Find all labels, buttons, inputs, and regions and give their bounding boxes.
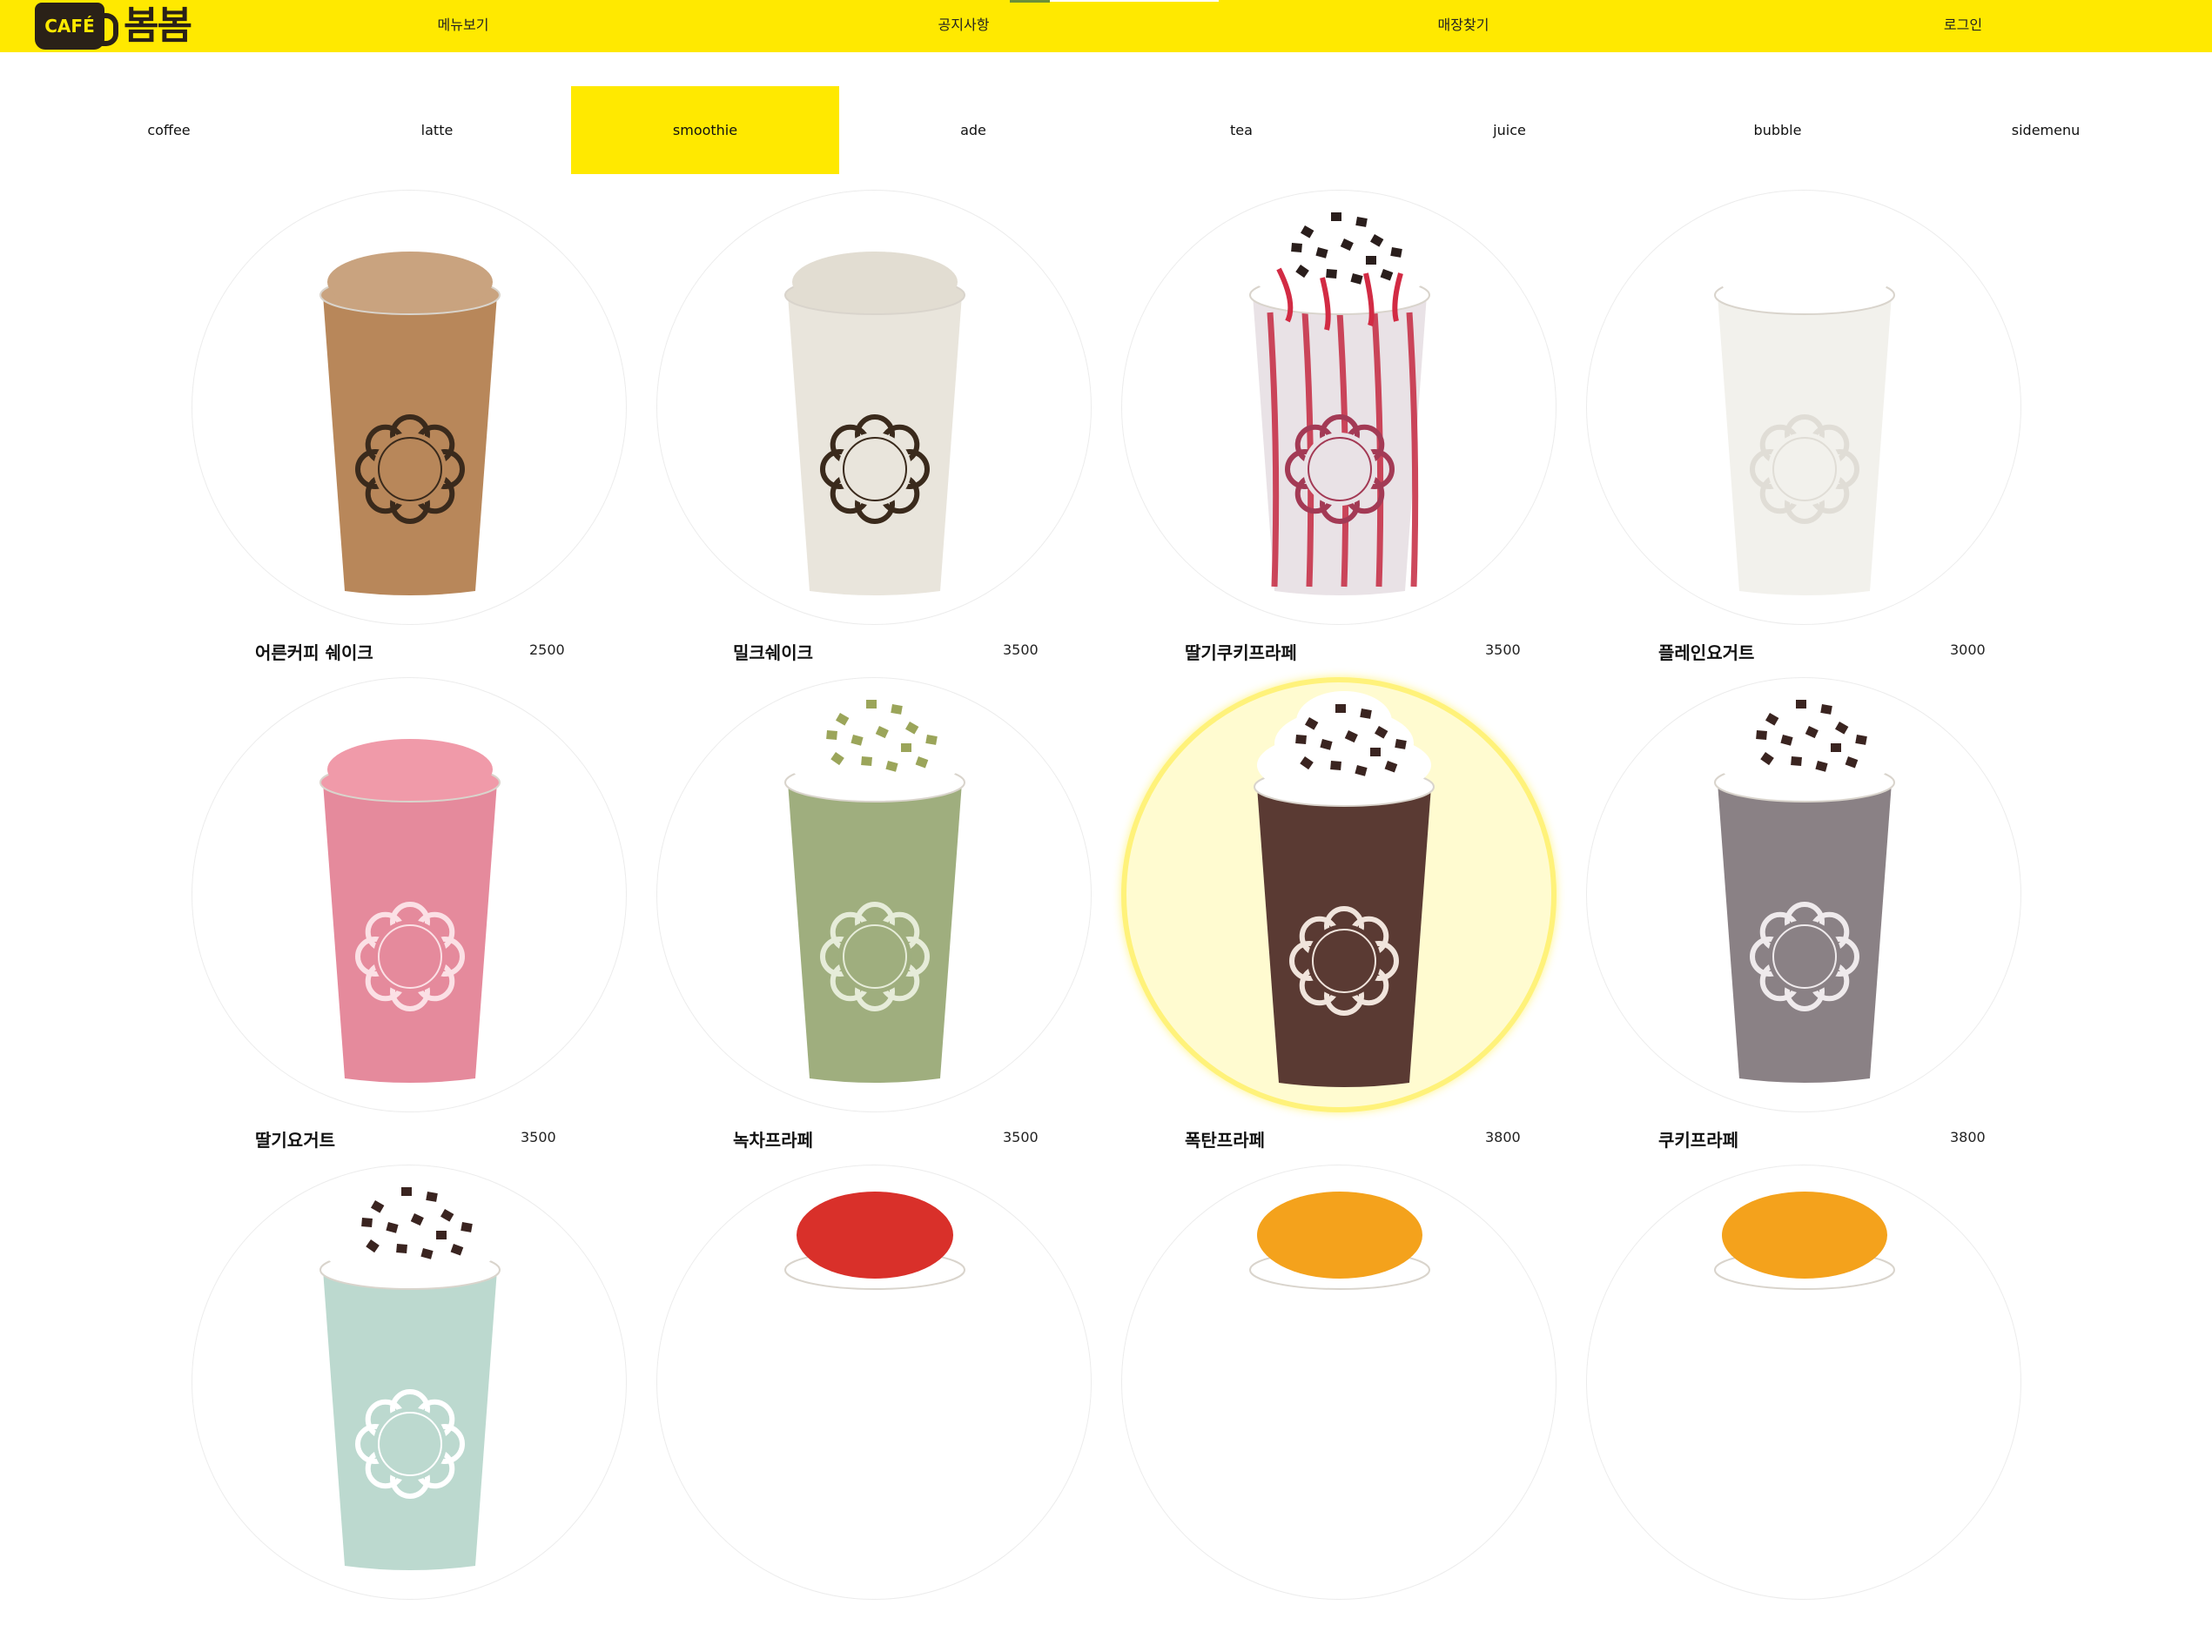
drink-image[interactable]: [1121, 190, 1556, 625]
nav-login[interactable]: 로그인: [1944, 0, 1982, 52]
drink-name: 어른커피 쉐이크: [255, 642, 373, 663]
drink-price: 3500: [1485, 641, 1521, 658]
drink-name: 딸기요거트: [255, 1130, 335, 1151]
drink-image[interactable]: [656, 190, 1092, 625]
drink-price: 3500: [521, 1129, 556, 1145]
tab-ade[interactable]: ade: [839, 86, 1107, 174]
menu-item-card[interactable]: 딸기요거트 3500: [192, 677, 656, 1165]
drink-cup-icon: [1714, 1192, 1895, 1570]
tab-juice[interactable]: juice: [1375, 86, 1644, 174]
tab-latte[interactable]: latte: [303, 86, 571, 174]
nav-notice[interactable]: 공지사항: [938, 0, 990, 52]
drink-cup-icon: [1249, 199, 1430, 595]
drink-name: 플레인요거트: [1658, 642, 1755, 663]
drink-cup-icon: [319, 739, 501, 1083]
tab-label: latte: [420, 122, 454, 138]
top-header: CAFÉ 봄봄 메뉴보기 공지사항 매장찾기 로그인: [0, 0, 2212, 52]
drink-image[interactable]: [656, 1165, 1092, 1600]
nav-active-indicator: [1010, 0, 1050, 3]
menu-item-card[interactable]: [192, 1165, 656, 1652]
menu-item-card[interactable]: [1121, 1165, 1586, 1652]
menu-item-card[interactable]: [656, 1165, 1121, 1652]
drink-price: 3800: [1485, 1129, 1521, 1145]
nav-menu[interactable]: 메뉴보기: [438, 0, 489, 52]
drink-price: 2500: [529, 641, 565, 658]
drink-image[interactable]: [1586, 1165, 2021, 1600]
nav-store-finder[interactable]: 매장찾기: [1438, 0, 1489, 52]
drink-cup-icon: [784, 1192, 965, 1570]
menu-item-card[interactable]: 폭탄프라페 3800: [1121, 677, 1586, 1165]
drink-image[interactable]: [656, 677, 1092, 1112]
drink-price: 3000: [1950, 641, 1986, 658]
menu-item-card[interactable]: 플레인요거트 3000: [1586, 190, 2051, 677]
tab-coffee[interactable]: coffee: [35, 86, 303, 174]
main-nav: 메뉴보기 공지사항 매장찾기 로그인: [0, 0, 2212, 52]
drink-price: 3500: [1003, 1129, 1039, 1145]
tab-sidemenu[interactable]: sidemenu: [1912, 86, 2180, 174]
drink-name: 쿠키프라페: [1658, 1130, 1738, 1151]
drink-image[interactable]: [1586, 677, 2021, 1112]
tab-label: tea: [1230, 122, 1253, 138]
drink-image[interactable]: [192, 190, 627, 625]
drink-name: 밀크쉐이크: [733, 642, 813, 663]
nav-hover-indicator: [1050, 0, 1219, 2]
menu-item-card[interactable]: 밀크쉐이크 3500: [656, 190, 1121, 677]
menu-item-card[interactable]: [1586, 1165, 2051, 1652]
tab-label: ade: [960, 122, 986, 138]
drink-name: 녹차프라페: [733, 1130, 813, 1151]
drink-cup-icon: [1714, 687, 1895, 1083]
drink-image[interactable]: [1121, 677, 1556, 1112]
drink-cup-icon: [784, 252, 965, 595]
category-tabs: coffee latte smoothie ade tea juice bubb…: [0, 86, 2212, 174]
drink-price: 3500: [1003, 641, 1039, 658]
menu-item-card[interactable]: 딸기쿠키프라페 3500: [1121, 190, 1586, 677]
drink-cup-icon: [784, 687, 965, 1083]
tab-label: bubble: [1753, 122, 1802, 138]
drink-image[interactable]: [1121, 1165, 1556, 1600]
drink-cup-icon: [1714, 252, 1895, 595]
tab-label: coffee: [147, 122, 191, 138]
drink-name: 딸기쿠키프라페: [1185, 642, 1297, 663]
drink-image[interactable]: [192, 677, 627, 1112]
drink-cup-icon: [319, 252, 501, 595]
drink-image[interactable]: [1586, 190, 2021, 625]
menu-item-card[interactable]: 녹차프라페 3500: [656, 677, 1121, 1165]
drink-cup-icon: [1254, 691, 1435, 1087]
drink-image[interactable]: [192, 1165, 627, 1600]
tab-label: sidemenu: [2011, 122, 2081, 138]
drink-price: 3800: [1950, 1129, 1986, 1145]
tab-tea[interactable]: tea: [1107, 86, 1375, 174]
tab-bubble[interactable]: bubble: [1644, 86, 1912, 174]
drink-cup-icon: [1249, 1192, 1430, 1570]
tab-label: juice: [1493, 122, 1526, 138]
menu-item-card[interactable]: 어른커피 쉐이크 2500: [192, 190, 656, 677]
menu-item-card[interactable]: 쿠키프라페 3800: [1586, 677, 2051, 1165]
tab-label: smoothie: [672, 122, 738, 138]
tab-smoothie[interactable]: smoothie: [571, 86, 839, 174]
drink-cup-icon: [319, 1174, 501, 1570]
drink-name: 폭탄프라페: [1185, 1130, 1265, 1151]
